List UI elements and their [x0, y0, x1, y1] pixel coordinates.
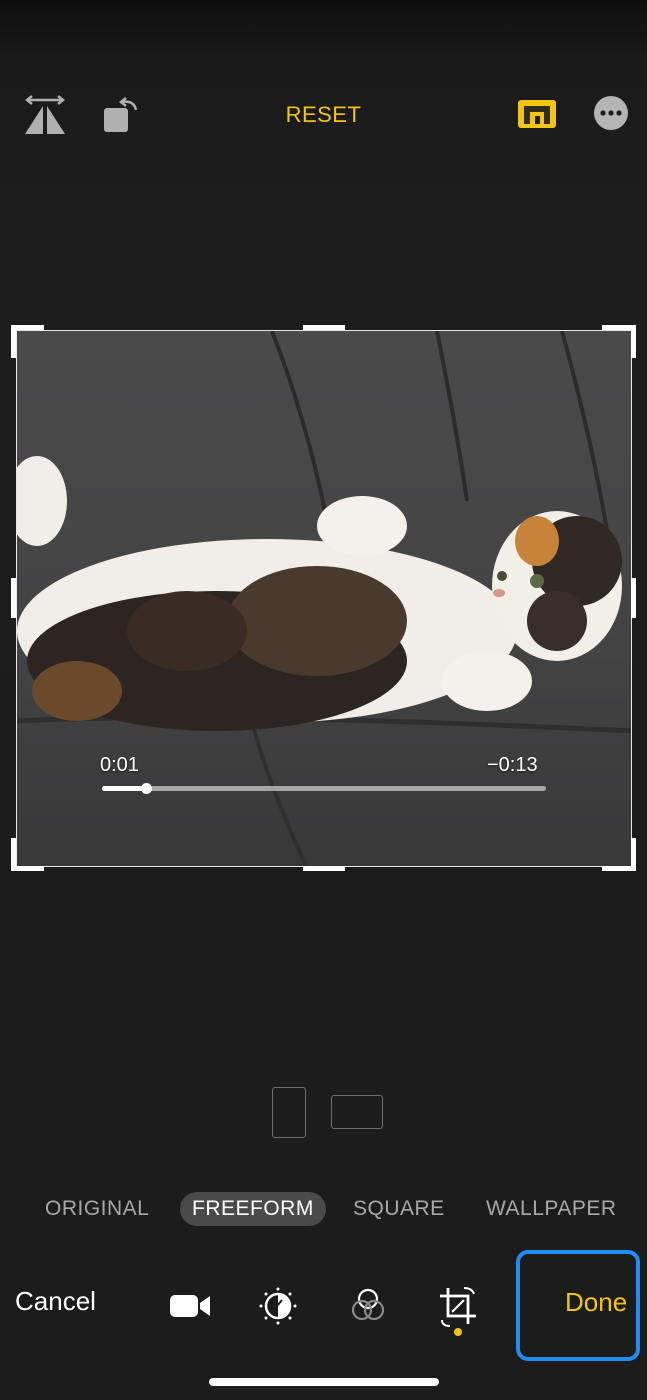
filters-tool-button[interactable]: [346, 1284, 390, 1328]
aspect-options: ORIGINAL FREEFORM SQUARE WALLPAPER: [0, 1192, 647, 1228]
video-scrubber[interactable]: [102, 783, 546, 794]
aspect-ratio-icon: [518, 100, 556, 128]
crop-handle-top-left-vert[interactable]: [11, 325, 16, 358]
flip-horizontal-icon: [24, 95, 66, 134]
rotate-button[interactable]: [100, 94, 142, 136]
cancel-button[interactable]: Cancel: [15, 1286, 96, 1317]
crop-rotate-icon: [440, 1287, 476, 1327]
aspect-option-square[interactable]: SQUARE: [353, 1192, 445, 1226]
done-button[interactable]: Done: [565, 1287, 627, 1318]
flip-horizontal-button[interactable]: [22, 94, 68, 136]
aspect-ratio-button[interactable]: [514, 94, 560, 134]
crop-handle-right-mid[interactable]: [631, 578, 636, 618]
more-options-button[interactable]: [592, 94, 630, 132]
video-tool-button[interactable]: [168, 1284, 212, 1328]
reset-button[interactable]: RESET: [260, 98, 387, 132]
more-ellipsis-icon: [594, 96, 628, 130]
adjust-tool-button[interactable]: [256, 1284, 300, 1328]
aspect-option-original[interactable]: ORIGINAL: [45, 1192, 149, 1226]
crop-tool-button[interactable]: [436, 1284, 480, 1328]
home-indicator[interactable]: [209, 1378, 439, 1386]
active-tool-indicator: [454, 1328, 462, 1336]
video-camera-icon: [170, 1295, 210, 1317]
crop-handle-bottom-mid[interactable]: [303, 866, 345, 871]
remaining-time: −0:13: [487, 754, 538, 776]
portrait-orientation-button[interactable]: [272, 1087, 306, 1138]
crop-handle-left-mid[interactable]: [11, 578, 16, 618]
adjust-dial-icon: [259, 1287, 297, 1325]
edit-toolbar: RESET: [0, 80, 647, 150]
rotate-left-icon: [104, 97, 138, 132]
aspect-option-freeform[interactable]: FREEFORM: [180, 1192, 326, 1226]
crop-handle-bottom-right-vert[interactable]: [631, 838, 636, 871]
crop-handle-top-mid[interactable]: [303, 325, 345, 330]
crop-handle-bottom-left-vert[interactable]: [11, 838, 16, 871]
elapsed-time: 0:01: [100, 754, 139, 776]
landscape-orientation-button[interactable]: [331, 1095, 383, 1129]
filters-icon: [351, 1288, 385, 1321]
aspect-option-wallpaper[interactable]: WALLPAPER: [486, 1192, 617, 1226]
crop-handle-top-right-vert[interactable]: [631, 325, 636, 358]
scrubber-progress: [102, 786, 147, 791]
